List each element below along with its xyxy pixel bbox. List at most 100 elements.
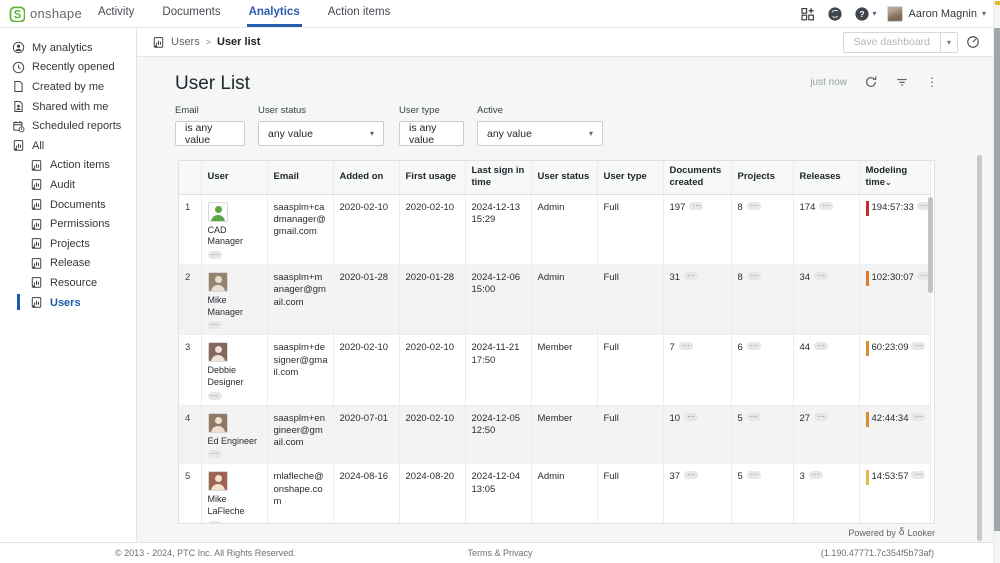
col-user-type[interactable]: User type <box>597 161 663 194</box>
sidebar-item-action-items[interactable]: Action items <box>0 156 136 176</box>
user-name[interactable]: CAD Manager <box>208 225 262 248</box>
terms-privacy-link[interactable]: Terms & Privacy <box>467 548 532 558</box>
nav-tab-action-items[interactable]: Action items <box>326 0 393 27</box>
drill-menu-pill[interactable]: ⋯ <box>809 471 823 479</box>
last-sign-in-cell: 2024-12-05 12:50 <box>465 405 531 464</box>
dashboard-actions: Save dashboard ▾ <box>843 32 980 53</box>
dashboard: User List just now ⋮ Email is any value … <box>137 57 1000 542</box>
filter-label: Active <box>477 105 603 116</box>
filter-email-value[interactable]: is any value <box>175 121 245 146</box>
nav-tab-activity[interactable]: Activity <box>96 0 136 27</box>
drill-menu-pill[interactable]: ⋯ <box>208 321 222 329</box>
timer-icon[interactable] <box>966 35 980 49</box>
user-name[interactable]: Ed Engineer <box>208 436 258 448</box>
table-row: 4 Ed Engineer ⋯ saasplm+engineer@gmail.c… <box>179 405 930 464</box>
user-name[interactable]: Mike Manager <box>208 295 262 318</box>
col-user-status[interactable]: User status <box>531 161 597 194</box>
drill-menu-pill[interactable]: ⋯ <box>814 342 828 350</box>
report-icon <box>30 276 43 289</box>
releases-cell: 174⋯ <box>793 194 859 264</box>
nav-tab-documents[interactable]: Documents <box>160 0 222 27</box>
app-store-icon[interactable] <box>800 6 816 22</box>
dashboard-scrollbar[interactable] <box>977 155 982 541</box>
user-status-cell: Member <box>531 405 597 464</box>
filter-toggle-icon[interactable] <box>895 75 909 89</box>
sidebar-item-release[interactable]: Release <box>0 254 136 274</box>
user-avatar <box>208 202 228 222</box>
drill-menu-pill[interactable]: ⋯ <box>684 413 698 421</box>
sidebar-item-recently-opened[interactable]: Recently opened <box>0 58 136 78</box>
browser-scrollbar[interactable] <box>993 0 1000 563</box>
drill-menu-pill[interactable]: ⋯ <box>819 202 833 210</box>
sidebar-item-created-by-me[interactable]: Created by me <box>0 77 136 97</box>
col-last-sign-in[interactable]: Last sign in time <box>465 161 531 194</box>
help-menu[interactable]: ▾ <box>854 6 876 22</box>
onshape-logo[interactable]: onshape <box>0 0 96 27</box>
filter-user-status-select[interactable]: any value ▾ <box>258 121 384 146</box>
drill-menu-pill[interactable]: ⋯ <box>747 202 761 210</box>
col-releases[interactable]: Releases <box>793 161 859 194</box>
table-scrollbar[interactable] <box>928 197 933 293</box>
drill-menu-pill[interactable]: ⋯ <box>208 392 222 400</box>
filter-user-type-value[interactable]: is any value <box>399 121 464 146</box>
col-row-number <box>179 161 201 194</box>
sidebar-item-shared-with-me[interactable]: Shared with me <box>0 97 136 117</box>
community-globe-icon[interactable] <box>827 6 843 22</box>
analytics-sidebar: My analytics Recently opened Created by … <box>0 28 137 542</box>
refresh-icon[interactable] <box>864 75 878 89</box>
drill-menu-pill[interactable]: ⋯ <box>679 342 693 350</box>
col-added-on[interactable]: Added on <box>333 161 399 194</box>
col-first-usage[interactable]: First usage <box>399 161 465 194</box>
drill-menu-pill[interactable]: ⋯ <box>208 251 222 259</box>
col-documents-created[interactable]: Documents created <box>663 161 731 194</box>
scrollbar-thumb[interactable] <box>994 28 1000 531</box>
drill-menu-pill[interactable]: ⋯ <box>814 272 828 280</box>
sidebar-item-users[interactable]: Users <box>0 293 136 313</box>
report-icon <box>30 178 43 191</box>
drill-menu-pill[interactable]: ⋯ <box>911 413 925 421</box>
sidebar-item-resource[interactable]: Resource <box>0 273 136 293</box>
col-projects[interactable]: Projects <box>731 161 793 194</box>
breadcrumb-section[interactable]: Users <box>171 36 200 48</box>
sidebar-label: Shared with me <box>32 101 108 113</box>
onshape-logo-icon <box>9 6 25 22</box>
drill-menu-pill[interactable]: ⋯ <box>208 450 222 458</box>
save-dashboard-button[interactable]: Save dashboard <box>844 33 940 52</box>
col-user[interactable]: User <box>201 161 267 194</box>
col-modeling-time[interactable]: Modeling time⌄ <box>859 161 930 194</box>
sidebar-label: Action items <box>50 159 110 171</box>
drill-menu-pill[interactable]: ⋯ <box>747 471 761 479</box>
added-on-cell: 2020-01-28 <box>333 264 399 334</box>
first-usage-cell: 2020-02-10 <box>399 335 465 405</box>
drill-menu-pill[interactable]: ⋯ <box>911 342 925 350</box>
email-cell: saasplm+cadmanager@gmail.com <box>267 194 333 264</box>
user-name[interactable]: Debbie Designer <box>208 365 262 388</box>
report-icon <box>30 257 43 270</box>
save-dashboard-dropdown[interactable]: ▾ <box>940 33 957 52</box>
drill-menu-pill[interactable]: ⋯ <box>814 413 828 421</box>
kebab-menu-icon[interactable]: ⋮ <box>926 76 938 88</box>
sidebar-item-scheduled-reports[interactable]: Scheduled reports <box>0 116 136 136</box>
sidebar-item-my-analytics[interactable]: My analytics <box>0 38 136 58</box>
drill-menu-pill[interactable]: ⋯ <box>747 342 761 350</box>
drill-menu-pill[interactable]: ⋯ <box>684 471 698 479</box>
sidebar-item-all[interactable]: All <box>0 136 136 156</box>
sidebar-item-permissions[interactable]: Permissions <box>0 214 136 234</box>
user-cell: Mike LaFleche ⋯ <box>201 464 267 524</box>
nav-tab-analytics[interactable]: Analytics <box>247 0 302 27</box>
drill-menu-pill[interactable]: ⋯ <box>208 521 222 524</box>
row-number-cell: 3 <box>179 335 201 405</box>
sidebar-item-audit[interactable]: Audit <box>0 175 136 195</box>
drill-menu-pill[interactable]: ⋯ <box>747 413 761 421</box>
drill-menu-pill[interactable]: ⋯ <box>684 272 698 280</box>
col-email[interactable]: Email <box>267 161 333 194</box>
drill-menu-pill[interactable]: ⋯ <box>911 471 925 479</box>
user-type-cell: Full <box>597 464 663 524</box>
filter-active-select[interactable]: any value ▾ <box>477 121 603 146</box>
sidebar-item-documents[interactable]: Documents <box>0 195 136 215</box>
sidebar-item-projects[interactable]: Projects <box>0 234 136 254</box>
user-name[interactable]: Mike LaFleche <box>208 494 262 517</box>
user-menu[interactable]: Aaron Magnin ▾ <box>887 6 986 22</box>
drill-menu-pill[interactable]: ⋯ <box>747 272 761 280</box>
drill-menu-pill[interactable]: ⋯ <box>689 202 703 210</box>
